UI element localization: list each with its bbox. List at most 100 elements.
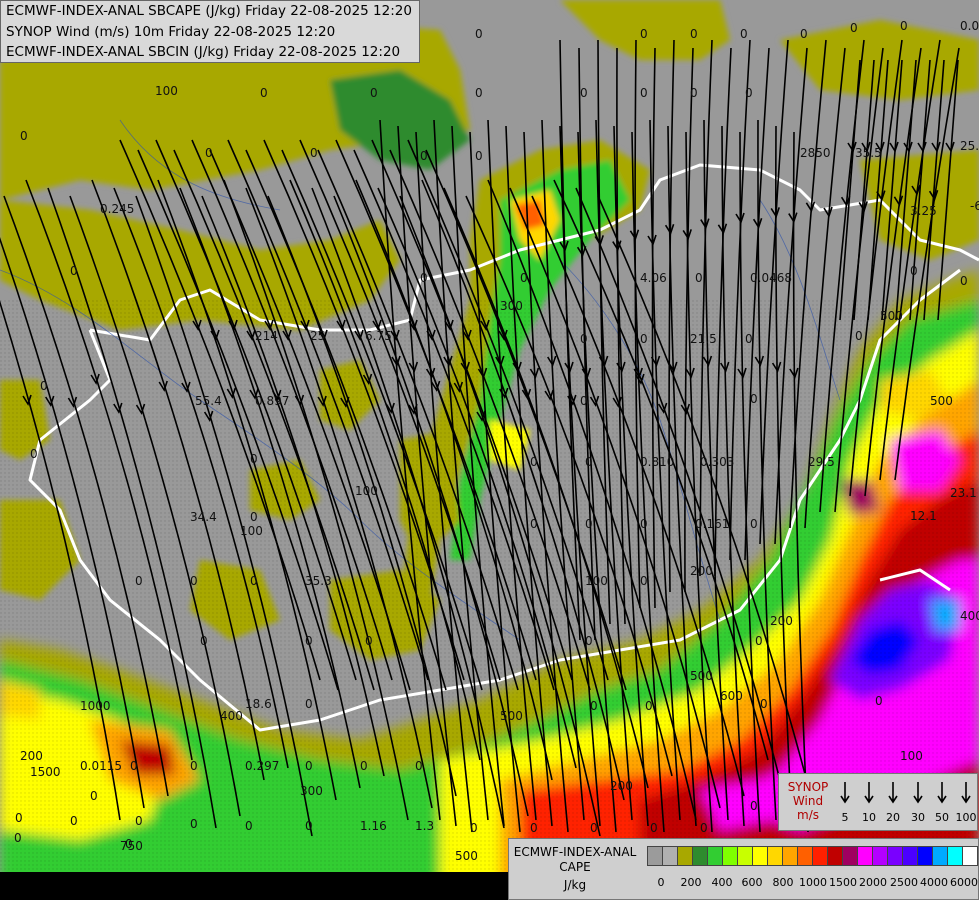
cape-legend-tick: 600 [741, 876, 763, 889]
cape-color-swatch [887, 846, 903, 866]
map-value-label: 0 [580, 394, 588, 408]
map-value-label: 0 [530, 821, 538, 835]
synop-arrow [913, 782, 923, 804]
map-value-label: 2850 [800, 146, 831, 160]
map-value-label: 0.161 [695, 517, 729, 531]
map-value-label: 0 [530, 517, 538, 531]
map-value-label: 0.0468 [750, 271, 792, 285]
cape-color-swatch [932, 846, 948, 866]
map-value-label: 0 [200, 634, 208, 648]
synop-arrow [961, 782, 971, 804]
map-value-label: 200 [610, 779, 633, 793]
map-value-label: 3.25 [910, 204, 937, 218]
map-value-label: 0.245 [100, 202, 134, 216]
map-value-label: 12.1 [910, 509, 937, 523]
map-value-label: 0 [755, 634, 763, 648]
map-value-label: 0 [20, 129, 28, 143]
map-value-label: 18.6 [245, 697, 272, 711]
cape-map: 000000000.0040100000000025.30.2450000285… [0, 0, 979, 900]
title-cin: ECMWF-INDEX-ANAL SBCIN (J/kg) Friday 22-… [6, 44, 401, 60]
map-value-label: 0 [580, 86, 588, 100]
map-value-label: 0 [135, 574, 143, 588]
map-value-label: 0 [70, 814, 78, 828]
map-value-label: 0 [910, 264, 918, 278]
map-value-label: 400 [220, 709, 243, 723]
map-value-label: 0 [900, 19, 908, 33]
synop-speed-label: 10 [862, 811, 876, 824]
bottom-strip [0, 872, 510, 900]
cape-color-swatch [767, 846, 783, 866]
map-value-label: 100 [155, 84, 178, 98]
map-value-label: 0 [305, 697, 313, 711]
map-value-label: 1.3 [415, 819, 434, 833]
map-value-label: 0 [640, 517, 648, 531]
cape-legend-tick: 4000 [920, 876, 948, 889]
cape-color-swatch [662, 846, 678, 866]
map-value-label: 0 [30, 447, 38, 461]
synop-speed-label: 100 [956, 811, 977, 824]
map-value-label: 35.3 [305, 574, 332, 588]
cape-color-swatch [692, 846, 708, 866]
map-value-label: 500 [455, 849, 478, 863]
map-value-label: 0 [250, 510, 258, 524]
map-value-label: 0 [305, 819, 313, 833]
map-value-label: 500 [690, 669, 713, 683]
map-value-label: 0 [250, 574, 258, 588]
synop-speed-label: 5 [842, 811, 849, 824]
map-value-label: 0 [260, 86, 268, 100]
map-value-label: 0 [590, 699, 598, 713]
cape-legend-tick: 800 [772, 876, 794, 889]
map-value-label: 0 [420, 149, 428, 163]
map-value-label: 34.4 [190, 510, 217, 524]
cape-color-swatch [812, 846, 828, 866]
map-value-label: 0 [190, 759, 198, 773]
map-value-label: 0 [750, 517, 758, 531]
map-value-label: 500 [880, 309, 903, 323]
map-value-label: 0 [640, 332, 648, 346]
map-value-label: 0 [750, 799, 758, 813]
map-value-label: 0 [745, 86, 753, 100]
map-value-label: 0 [700, 821, 708, 835]
map-value-label: 0 [745, 332, 753, 346]
map-value-label: 29.5 [808, 455, 835, 469]
map-value-label: 0 [960, 274, 968, 288]
map-value-label: 0 [800, 27, 808, 41]
map-value-label: 0 [245, 819, 253, 833]
cape-legend-tick: 1000 [799, 876, 827, 889]
map-value-label: -61 [970, 199, 979, 213]
map-value-label: 100 [585, 574, 608, 588]
cape-color-swatch [647, 846, 663, 866]
map-value-label: 23.1 [950, 486, 977, 500]
map-value-label: 0 [190, 817, 198, 831]
map-value-label: 0 [250, 452, 258, 466]
map-value-label: 0 [585, 455, 593, 469]
cape-color-legend: ECMWF-INDEX-ANAL CAPE J/kg 0 200 400 600 800… [508, 838, 979, 900]
cape-legend-tick: 0 [657, 876, 665, 889]
map-value-label: 0 [640, 27, 648, 41]
map-value-label: 0 [650, 821, 658, 835]
map-value-label: 750 [120, 839, 143, 853]
synop-legend-arrows: 5 10 20 30 50 100 [840, 782, 977, 824]
map-value-label: 0 [850, 21, 858, 35]
map-value-label: 21.5 [690, 332, 717, 346]
cape-legend-tick: 200 [680, 876, 702, 889]
map-value-label: 6.75 [365, 329, 392, 343]
map-value-label: 0 [585, 634, 593, 648]
map-value-label: 214 [255, 329, 278, 343]
map-value-label: 0 [475, 86, 483, 100]
map-value-label: 0 [760, 697, 768, 711]
map-value-label: 55.4 [195, 394, 222, 408]
map-value-label: 0.897 [255, 394, 289, 408]
map-value-label: 4.06 [640, 271, 667, 285]
map-value-label: 0 [645, 699, 653, 713]
cape-color-swatch [947, 846, 963, 866]
map-value-label: 0 [305, 634, 313, 648]
map-value-label: 0.297 [245, 759, 279, 773]
cape-color-swatch [842, 846, 858, 866]
map-value-label: 100 [900, 749, 923, 763]
map-value-label: 0 [580, 332, 588, 346]
map-value-label: 300 [500, 299, 523, 313]
cape-legend-tick: 2000 [859, 876, 887, 889]
map-value-label: 25 [310, 329, 325, 343]
map-value-label: 0 [420, 271, 428, 285]
